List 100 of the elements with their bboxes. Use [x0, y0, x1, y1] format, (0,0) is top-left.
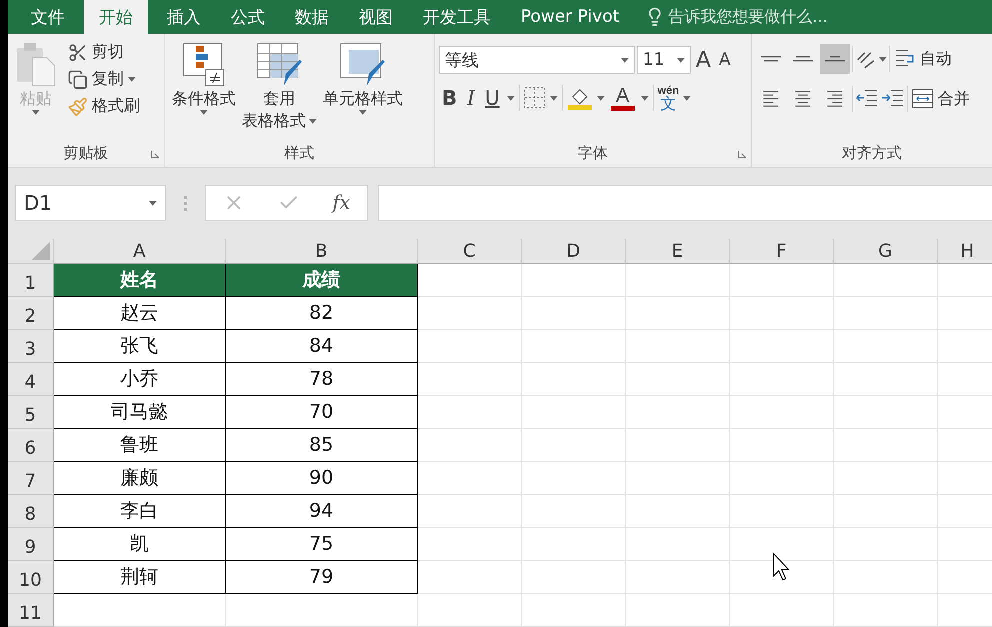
- caret-icon: [309, 118, 317, 124]
- shrink-font-button[interactable]: A: [716, 49, 734, 71]
- table-cell: 79: [226, 561, 418, 594]
- ribbon-tab[interactable]: 插入: [152, 0, 216, 34]
- column-header[interactable]: B: [226, 239, 418, 264]
- caret-icon: [506, 96, 515, 100]
- caret-icon: [677, 58, 685, 62]
- table-cell: 82: [226, 297, 418, 330]
- font-color-button[interactable]: A: [608, 86, 637, 110]
- wrap-text-button[interactable]: 自动: [892, 46, 954, 72]
- caret-icon: [550, 96, 558, 100]
- row-header[interactable]: 3: [8, 330, 54, 363]
- insert-function-button[interactable]: fx: [332, 192, 350, 214]
- borders-icon[interactable]: [524, 87, 546, 109]
- caret-icon: [32, 110, 40, 115]
- ribbon-tab[interactable]: Power Pivot: [506, 0, 635, 34]
- table-cell: 司马懿: [54, 396, 226, 429]
- table-cell: 90: [226, 462, 418, 495]
- mouse-pointer-icon: [773, 553, 791, 581]
- table-cell: 荆轲: [54, 561, 226, 594]
- caret-icon: [359, 110, 367, 115]
- dialog-launcher-icon[interactable]: [151, 150, 160, 159]
- table-cell: 赵云: [54, 297, 226, 330]
- align-lines-icon: [824, 56, 846, 62]
- caret-icon: [200, 110, 208, 115]
- table-format-button[interactable]: 套用 表格格式: [239, 40, 320, 141]
- triangle-icon: [32, 242, 50, 260]
- column-header[interactable]: A: [54, 239, 226, 264]
- phonetic-button[interactable]: wén 文: [658, 84, 680, 112]
- clipboard-icon: [15, 42, 57, 88]
- cut-button[interactable]: 剪切: [66, 40, 142, 65]
- cell-styles-button[interactable]: 单元格样式: [320, 40, 406, 141]
- row-header[interactable]: 5: [8, 396, 54, 429]
- column-header[interactable]: G: [834, 239, 938, 264]
- caret-icon: [621, 58, 629, 62]
- row-header[interactable]: 2: [8, 297, 54, 330]
- group-title: 样式: [284, 143, 316, 164]
- align-lines-icon: [792, 56, 814, 62]
- ribbon-tab[interactable]: 开发工具: [408, 0, 506, 34]
- merge-cells-icon: [912, 88, 934, 110]
- group-title: 对齐方式: [841, 143, 903, 164]
- column-header[interactable]: E: [626, 239, 730, 264]
- dialog-launcher-icon[interactable]: [738, 150, 747, 159]
- table-cell: 85: [226, 429, 418, 462]
- table-cell: 小乔: [54, 363, 226, 396]
- grip-icon: [184, 195, 187, 211]
- bold-button[interactable]: B: [439, 85, 460, 111]
- group-title: 剪贴板: [62, 143, 110, 164]
- row-header[interactable]: 4: [8, 363, 54, 396]
- table-cell: 李白: [54, 495, 226, 528]
- cell-brush-icon: [339, 42, 387, 88]
- column-header[interactable]: H: [938, 239, 992, 264]
- ribbon-tab[interactable]: 视图: [344, 0, 408, 34]
- caret-icon: [879, 56, 887, 62]
- row-header[interactable]: 10: [8, 561, 54, 594]
- column-header[interactable]: C: [418, 239, 522, 264]
- caret-icon: [640, 96, 649, 100]
- table-cell: 70: [226, 396, 418, 429]
- table-cell: 75: [226, 528, 418, 561]
- conditional-format-button[interactable]: 条件格式: [169, 40, 239, 141]
- conditional-format-icon: [182, 42, 226, 88]
- font-size-dropdown[interactable]: 11: [637, 46, 691, 74]
- formula-input[interactable]: [378, 185, 992, 221]
- row-header[interactable]: 7: [8, 462, 54, 495]
- name-box[interactable]: D1: [15, 185, 166, 221]
- align-lines-icon: [760, 56, 782, 62]
- column-header[interactable]: D: [522, 239, 626, 264]
- caret-icon: [596, 96, 605, 100]
- row-header[interactable]: 6: [8, 429, 54, 462]
- font-name-dropdown[interactable]: 等线: [439, 46, 635, 74]
- row-header[interactable]: 11: [8, 594, 54, 627]
- row-header[interactable]: 8: [8, 495, 54, 528]
- table-cell: 84: [226, 330, 418, 363]
- row-header[interactable]: 9: [8, 528, 54, 561]
- format-painter-button[interactable]: 格式刷: [66, 94, 142, 119]
- scissors-icon: [68, 42, 88, 62]
- table-cell: 鲁班: [54, 429, 226, 462]
- merge-cells-button[interactable]: 合并: [910, 86, 972, 112]
- ribbon-tab[interactable]: 数据: [280, 0, 344, 34]
- table-cell: 张飞: [54, 330, 226, 363]
- copy-icon: [68, 70, 88, 90]
- paintbrush-icon: [68, 96, 88, 116]
- table-cell: 廉颇: [54, 462, 226, 495]
- group-title: 字体: [577, 143, 609, 164]
- ribbon-tab[interactable]: 文件: [16, 0, 80, 34]
- table-cell: 凯: [54, 528, 226, 561]
- column-header[interactable]: F: [730, 239, 834, 264]
- grow-font-button[interactable]: A: [693, 46, 714, 74]
- vertical-align-button[interactable]: [820, 44, 850, 74]
- ribbon-tab[interactable]: 公式: [216, 0, 280, 34]
- underline-button[interactable]: U: [482, 85, 503, 111]
- table-brush-icon: [256, 42, 304, 88]
- ribbon-tab[interactable]: 开始: [84, 0, 148, 34]
- row-header[interactable]: 1: [8, 264, 54, 297]
- copy-button[interactable]: 复制: [66, 67, 142, 92]
- header-cell: 姓名: [54, 264, 226, 297]
- tell-me-search[interactable]: 告诉我您想要做什么...: [668, 6, 828, 28]
- italic-button[interactable]: I: [464, 85, 478, 111]
- caret-icon: [128, 77, 136, 82]
- table-cell: 94: [226, 495, 418, 528]
